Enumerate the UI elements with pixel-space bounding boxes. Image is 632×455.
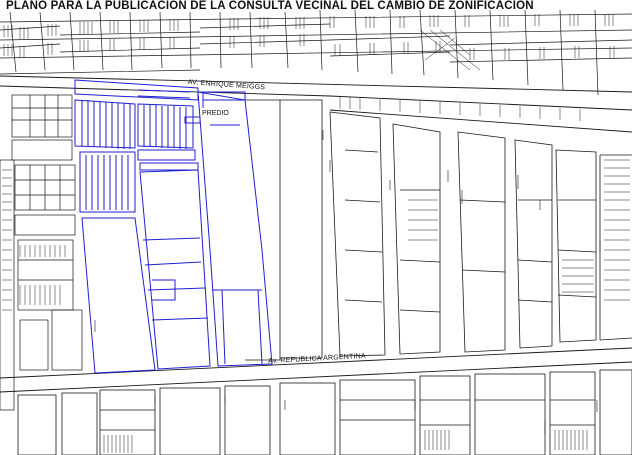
road-enrique-meiggs xyxy=(0,75,632,133)
block-fabric-center-east xyxy=(245,99,632,361)
map-frame: PLANO PARA LA PUBLICACIÓN DE LA CONSULTA… xyxy=(0,0,632,455)
parcel-hatching-east xyxy=(408,159,630,301)
parcel-hatching-south xyxy=(103,430,588,453)
zoning-change-area[interactable] xyxy=(74,79,273,374)
parcel-hatching-north xyxy=(3,14,615,71)
block-fabric-west xyxy=(0,94,83,411)
map-title: PLANO PARA LA PUBLICACIÓN DE LA CONSULTA… xyxy=(6,0,534,12)
zoning-map[interactable] xyxy=(0,0,632,455)
block-fabric-north xyxy=(0,9,632,96)
block-fabric-south xyxy=(17,369,632,455)
predio-label: PREDIO xyxy=(202,110,229,117)
